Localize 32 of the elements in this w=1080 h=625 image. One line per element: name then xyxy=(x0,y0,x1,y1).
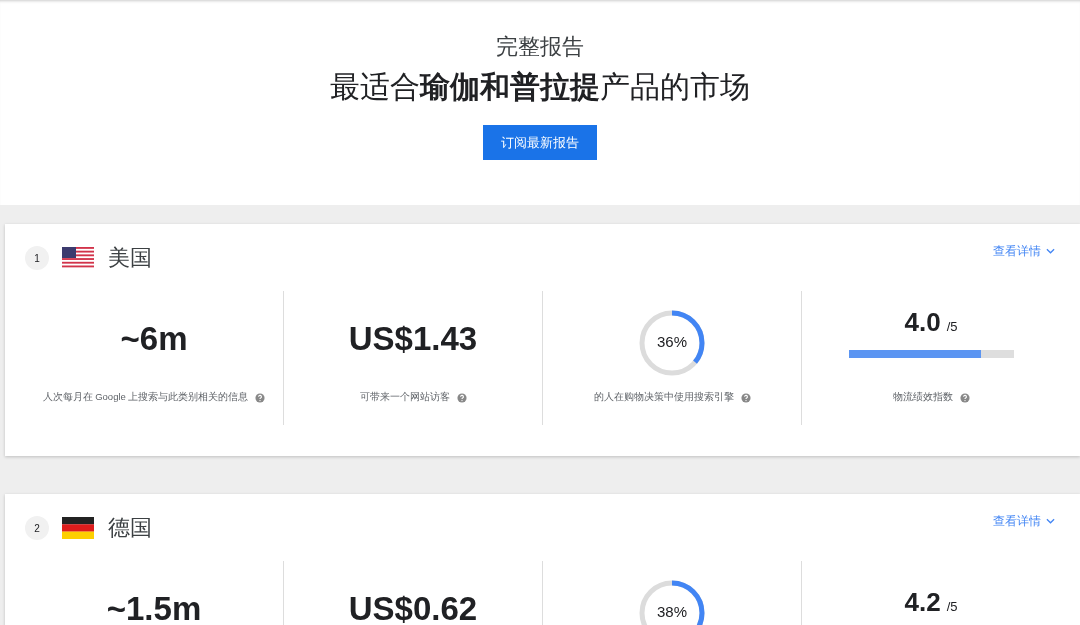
metric-value: ~6m xyxy=(120,320,188,358)
details-link[interactable]: 查看详情 xyxy=(993,242,1055,260)
metric-label: 人次每月在 Google 上搜索与此类别相关的信息 xyxy=(42,391,249,404)
country-name: 美国 xyxy=(108,244,152,272)
help-icon[interactable] xyxy=(740,392,751,403)
chevron-down-icon[interactable] xyxy=(1046,518,1055,524)
metric-label: 可带来一个网站访客 xyxy=(359,391,450,404)
score-value: 4.0 xyxy=(904,306,941,338)
rank-badge: 2 xyxy=(25,516,49,540)
report-eyebrow: 完整报告 xyxy=(496,33,584,61)
metric-label: 物流绩效指数 xyxy=(892,391,953,404)
metric-value: ~1.5m xyxy=(106,590,202,625)
help-icon[interactable] xyxy=(456,392,467,403)
chevron-down-icon[interactable] xyxy=(1046,248,1055,254)
score-value: 4.2 xyxy=(904,586,941,618)
flag-icon xyxy=(62,517,94,539)
score-scale: /5 xyxy=(946,598,958,614)
percent-value: 36% xyxy=(656,333,688,350)
country-name: 德国 xyxy=(108,514,152,542)
metric-label: 的人在购物决策中使用搜索引擎 xyxy=(593,391,734,404)
rank-badge: 1 xyxy=(25,246,49,270)
metric-value: US$0.62 xyxy=(348,590,478,625)
score-scale: /5 xyxy=(946,318,958,334)
subscribe-button[interactable]: 订阅最新报告 xyxy=(483,125,597,160)
details-link[interactable]: 查看详情 xyxy=(993,512,1055,530)
headline: 最适合瑜伽和普拉提产品的市场 xyxy=(330,69,750,105)
flag-icon xyxy=(62,247,94,269)
help-icon[interactable] xyxy=(959,392,970,403)
help-icon[interactable] xyxy=(255,392,266,403)
donut-gauge xyxy=(637,308,707,378)
metric-value: US$1.43 xyxy=(348,320,478,358)
percent-value: 38% xyxy=(656,603,688,620)
